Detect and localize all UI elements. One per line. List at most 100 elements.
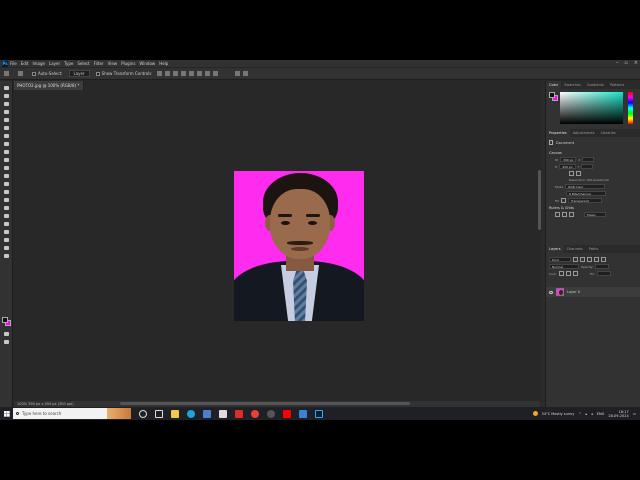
tab-swatches[interactable]: Swatches: [561, 81, 584, 89]
home-icon[interactable]: [4, 71, 12, 76]
fill-dropdown[interactable]: Transparent: [568, 198, 603, 203]
align-right-icon[interactable]: [173, 71, 179, 76]
filter-smart-object-icon[interactable]: [601, 257, 606, 262]
guides-icon[interactable]: [569, 212, 574, 217]
align-center-icon[interactable]: [165, 71, 171, 76]
tab-patterns[interactable]: Patterns: [607, 81, 627, 89]
canvas-area[interactable]: [14, 90, 540, 401]
gradient-tool-icon[interactable]: [3, 181, 10, 187]
cortana-icon[interactable]: [139, 409, 147, 418]
tab-layers[interactable]: Layers: [546, 245, 564, 253]
volume-icon[interactable]: ◂: [591, 412, 593, 416]
weather-text[interactable]: 34°C Mostly sunny: [542, 412, 575, 416]
mail-icon[interactable]: [203, 409, 211, 418]
passport-photo-canvas[interactable]: [234, 171, 364, 321]
auto-select-dropdown[interactable]: Layer: [68, 70, 90, 77]
menu-image[interactable]: Image: [32, 61, 45, 66]
menu-filter[interactable]: Filter: [94, 61, 104, 66]
menu-view[interactable]: View: [108, 61, 118, 66]
pen-tool-icon[interactable]: [3, 205, 10, 211]
fill-color-swatch[interactable]: [561, 198, 567, 203]
edge-icon[interactable]: [187, 409, 195, 418]
color-picker-field[interactable]: [560, 92, 623, 124]
filter-pixel-icon[interactable]: [573, 257, 578, 262]
fill-opacity-field[interactable]: [596, 271, 611, 276]
bit-depth-dropdown[interactable]: 8 Bits/Channel: [566, 191, 606, 196]
file-explorer-icon[interactable]: [171, 409, 179, 418]
frame-tool-icon[interactable]: [3, 125, 10, 131]
lasso-tool-icon[interactable]: [3, 101, 10, 107]
eraser-tool-icon[interactable]: [3, 173, 10, 179]
task-view-icon[interactable]: [155, 409, 163, 418]
menu-layer[interactable]: Layer: [49, 61, 60, 66]
hue-slider[interactable]: [628, 92, 633, 124]
quick-selection-tool-icon[interactable]: [3, 109, 10, 115]
landscape-icon[interactable]: [576, 171, 581, 176]
clone-stamp-tool-icon[interactable]: [3, 157, 10, 163]
path-selection-tool-icon[interactable]: [3, 221, 10, 227]
menu-select[interactable]: Select: [77, 61, 89, 66]
distribute-icon[interactable]: [205, 71, 211, 76]
layer-name[interactable]: Layer 0: [567, 290, 580, 294]
app-icon-red[interactable]: [235, 409, 243, 418]
filter-adjustment-icon[interactable]: [580, 257, 585, 262]
move-tool-icon[interactable]: [3, 85, 10, 91]
language-indicator[interactable]: ENG: [597, 412, 605, 416]
units-dropdown[interactable]: Pixels: [584, 212, 606, 217]
menu-plugins[interactable]: Plugins: [121, 61, 135, 66]
lock-all-icon[interactable]: [572, 271, 578, 276]
visibility-eye-icon[interactable]: [549, 290, 553, 294]
menu-type[interactable]: Type: [64, 61, 73, 66]
opacity-field[interactable]: [595, 264, 610, 269]
close-icon[interactable]: ×: [634, 60, 638, 67]
photoshop-taskbar-icon[interactable]: [315, 409, 323, 418]
3d-mode-icons[interactable]: [235, 71, 251, 76]
type-tool-icon[interactable]: [3, 213, 10, 219]
portrait-icon[interactable]: [569, 171, 574, 176]
lock-position-icon[interactable]: [565, 271, 571, 276]
dodge-tool-icon[interactable]: [3, 197, 10, 203]
tab-libraries[interactable]: Libraries: [598, 129, 619, 137]
layer-row[interactable]: Layer 0: [546, 287, 640, 297]
marquee-tool-icon[interactable]: [3, 93, 10, 99]
filter-shape-icon[interactable]: [594, 257, 599, 262]
grid-icon[interactable]: [562, 212, 567, 217]
width-field[interactable]: 390 px: [559, 157, 577, 162]
notifications-icon[interactable]: ▭: [633, 412, 636, 416]
crop-tool-icon[interactable]: [3, 117, 10, 123]
filter-type-icon[interactable]: [587, 257, 592, 262]
app-icon-blue[interactable]: [299, 409, 307, 418]
more-tools-icon[interactable]: [3, 253, 10, 259]
menu-help[interactable]: Help: [159, 61, 168, 66]
start-button[interactable]: [0, 407, 13, 420]
horizontal-scrollbar[interactable]: [120, 402, 410, 405]
network-icon[interactable]: ▴: [585, 412, 587, 416]
tab-color[interactable]: Color: [546, 81, 562, 89]
blend-mode-dropdown[interactable]: Normal: [549, 264, 579, 269]
lock-pixels-icon[interactable]: [558, 271, 564, 276]
tab-adjustments[interactable]: Adjustments: [570, 129, 598, 137]
healing-brush-tool-icon[interactable]: [3, 141, 10, 147]
rectangle-tool-icon[interactable]: [3, 229, 10, 235]
zoom-tool-icon[interactable]: [3, 245, 10, 251]
store-icon[interactable]: [219, 409, 227, 418]
tray-arrow-icon[interactable]: ^: [578, 412, 581, 416]
height-field[interactable]: 450 px: [559, 164, 576, 169]
brush-tool-icon[interactable]: [3, 149, 10, 155]
transform-controls-checkbox[interactable]: Show Transform Controls: [95, 71, 151, 76]
mode-dropdown[interactable]: RGB Color: [565, 184, 606, 189]
clock[interactable]: 18:17 28-09-2024: [608, 410, 628, 418]
taskbar-search-box[interactable]: Type here to search: [13, 408, 131, 419]
canvas-section-title[interactable]: Canvas: [549, 151, 637, 155]
auto-select-checkbox[interactable]: Auto-Select:: [32, 71, 63, 76]
tab-gradients[interactable]: Gradients: [584, 81, 607, 89]
ruler-icon[interactable]: [555, 212, 560, 217]
document-tab[interactable]: PHOTO2.jpg @ 100% (RGB/8) *: [14, 81, 84, 90]
color-panel-foreground-swatch[interactable]: [549, 92, 555, 98]
align-left-icon[interactable]: [157, 71, 163, 76]
rulers-grids-section-title[interactable]: Rulers & Grids: [549, 206, 637, 210]
align-top-icon[interactable]: [181, 71, 187, 76]
more-options-icon[interactable]: [213, 71, 219, 76]
eyedropper-tool-icon[interactable]: [3, 133, 10, 139]
align-middle-icon[interactable]: [189, 71, 195, 76]
